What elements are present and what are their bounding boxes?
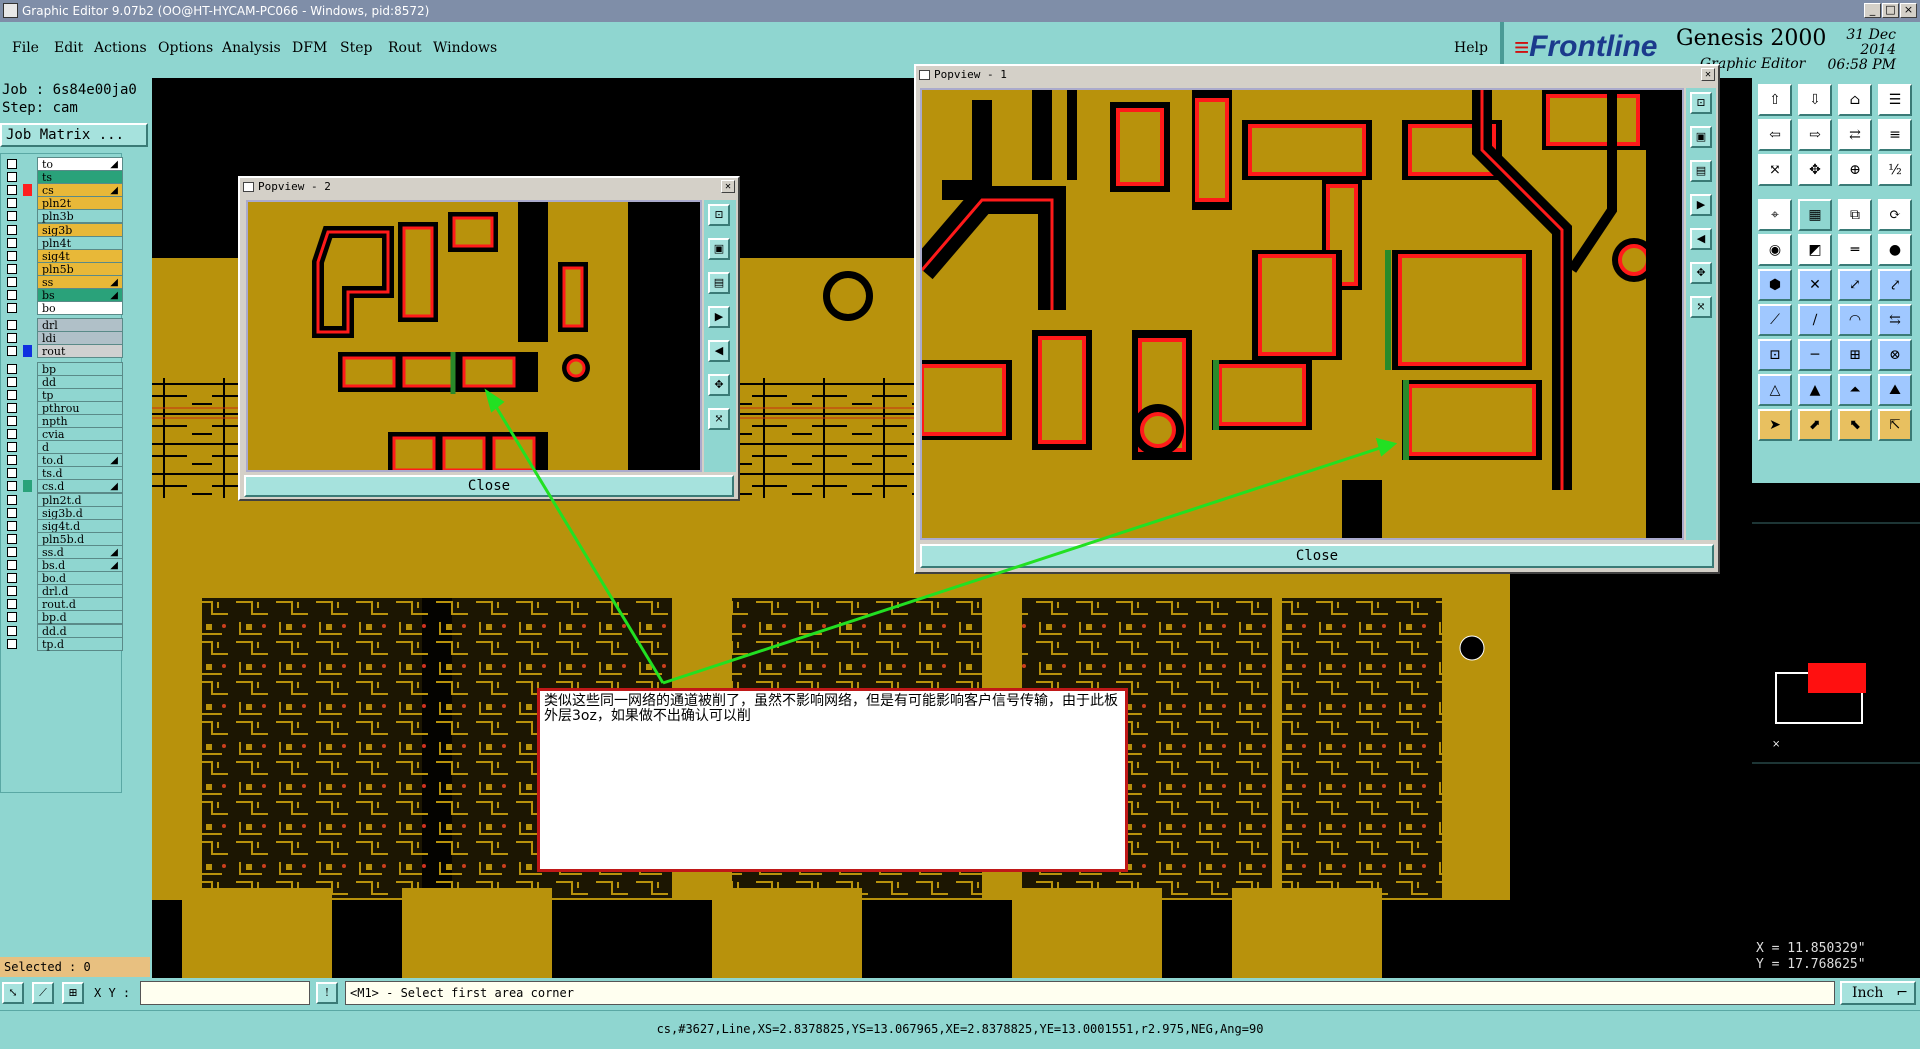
flip-icon[interactable]: ⇆ [1878,304,1912,336]
net-icon[interactable]: ⬢ [1758,269,1792,301]
pointer2-icon[interactable]: ⬈ [1798,409,1832,441]
minus-icon[interactable]: ─ [1798,339,1832,371]
target-icon[interactable]: ⊞ [1838,339,1872,371]
grid-mode-icon[interactable]: ⊞ [62,982,84,1004]
zoom-icon[interactable]: ⊕ [1838,154,1872,186]
annotation-note: 类似这些同一网络的通道被削了，虽然不影响网络，但是有可能影响客户信号传输，由于此… [537,688,1128,872]
link-icon[interactable]: ⤢ [1838,269,1872,301]
layers-icon[interactable]: ⧉ [1838,199,1872,231]
line-icon[interactable]: ⟋ [1758,304,1792,336]
fit-icon[interactable]: ⤧ [1758,154,1792,186]
y-coordinate: Y = 17.768625" [1756,957,1866,972]
dropdown-icon: ⌐ [1896,985,1908,1001]
arrow-head-icon [1375,437,1398,457]
unit-selector[interactable]: Inch ⌐ [1840,981,1916,1005]
paste-icon[interactable]: ⇨ [1798,119,1832,151]
cross-icon[interactable]: ✕ [1798,269,1832,301]
save-icon[interactable]: ⇩ [1798,84,1832,116]
pointer3-icon[interactable]: ⬉ [1838,409,1872,441]
xy-label: X Y : [94,986,131,1000]
pointer-icon[interactable]: ➤ [1758,409,1792,441]
sync-icon[interactable]: ⟳ [1878,199,1912,231]
viewport-indicator [1808,663,1866,693]
status-bar: ⤡ ⟋ ⊞ X Y : ! <M1> - Select first area c… [0,978,1920,1010]
arrow-to-popview-2 [490,399,665,684]
pointer4-icon[interactable]: ⇱ [1878,409,1912,441]
overview-drawing: × [1752,483,1920,939]
grid-icon[interactable]: ▦ [1798,199,1832,231]
arrow-to-popview-1 [662,446,1381,685]
prompt-message: <M1> - Select first area corner [345,981,1835,1005]
arrow-head-icon [484,388,505,413]
xy-input[interactable] [140,981,310,1005]
unit-value: Inch [1852,985,1884,1001]
triangle-icon[interactable]: △ [1758,374,1792,406]
pan-icon[interactable]: ✥ [1798,154,1832,186]
feature-icon[interactable]: ◩ [1798,234,1832,266]
coordinate-readout: X = 11.850329" Y = 17.768625" [1752,939,1920,979]
overview-map[interactable]: × [1752,483,1920,973]
list-icon[interactable]: ☰ [1878,84,1912,116]
svg-text:×: × [1772,739,1780,750]
node-icon[interactable]: ⊡ [1758,339,1792,371]
annotation-arrows [484,388,1398,685]
slash-icon[interactable]: ∕ [1798,304,1832,336]
swap-icon[interactable]: ⇄ [1838,119,1872,151]
alert-icon[interactable]: ! [316,982,338,1004]
pad-icon[interactable]: ● [1878,234,1912,266]
right-toolbar: ⇧ ⇩ ⌂ ☰ ⇦ ⇨ ⇄ ≡ ⤧ ✥ ⊕ ½ ⌖ ▦ ⧉ ⟳ ◉ ◩ ═ ● ⬢ ✕ ⤢ ⤤ ⟋ ∕ ◠ ⇆ ⊡ ─ ⊞ ⊗ △ ▲ ⏶ ⛰ ➤ ⬈ ⬉ ⇱ [1752,78,1920,483]
polygon-icon[interactable]: ▲ [1798,374,1832,406]
shape-icon[interactable]: ⏶ [1838,374,1872,406]
x-coordinate: X = 11.850329" [1756,941,1866,956]
select-icon[interactable]: ◉ [1758,234,1792,266]
mountain-icon[interactable]: ⛰ [1878,374,1912,406]
copy-icon[interactable]: ⇦ [1758,119,1792,151]
select-mode-icon[interactable]: ⤡ [2,982,24,1004]
snap-mode-icon[interactable]: ⟋ [32,982,54,1004]
home-icon[interactable]: ⌂ [1838,84,1872,116]
arc-icon[interactable]: ◠ [1838,304,1872,336]
ratio-icon[interactable]: ½ [1878,154,1912,186]
open-icon[interactable]: ⇧ [1758,84,1792,116]
snap-icon[interactable]: ⌖ [1758,199,1792,231]
arrow-icon[interactable]: ⤤ [1878,269,1912,301]
menu-icon[interactable]: ≡ [1878,119,1912,151]
connect-icon[interactable]: ⊗ [1878,339,1912,371]
feature-info-bar: cs,#3627,Line,XS=2.8378825,YS=13.067965,… [0,1010,1920,1049]
measure-icon[interactable]: ═ [1838,234,1872,266]
